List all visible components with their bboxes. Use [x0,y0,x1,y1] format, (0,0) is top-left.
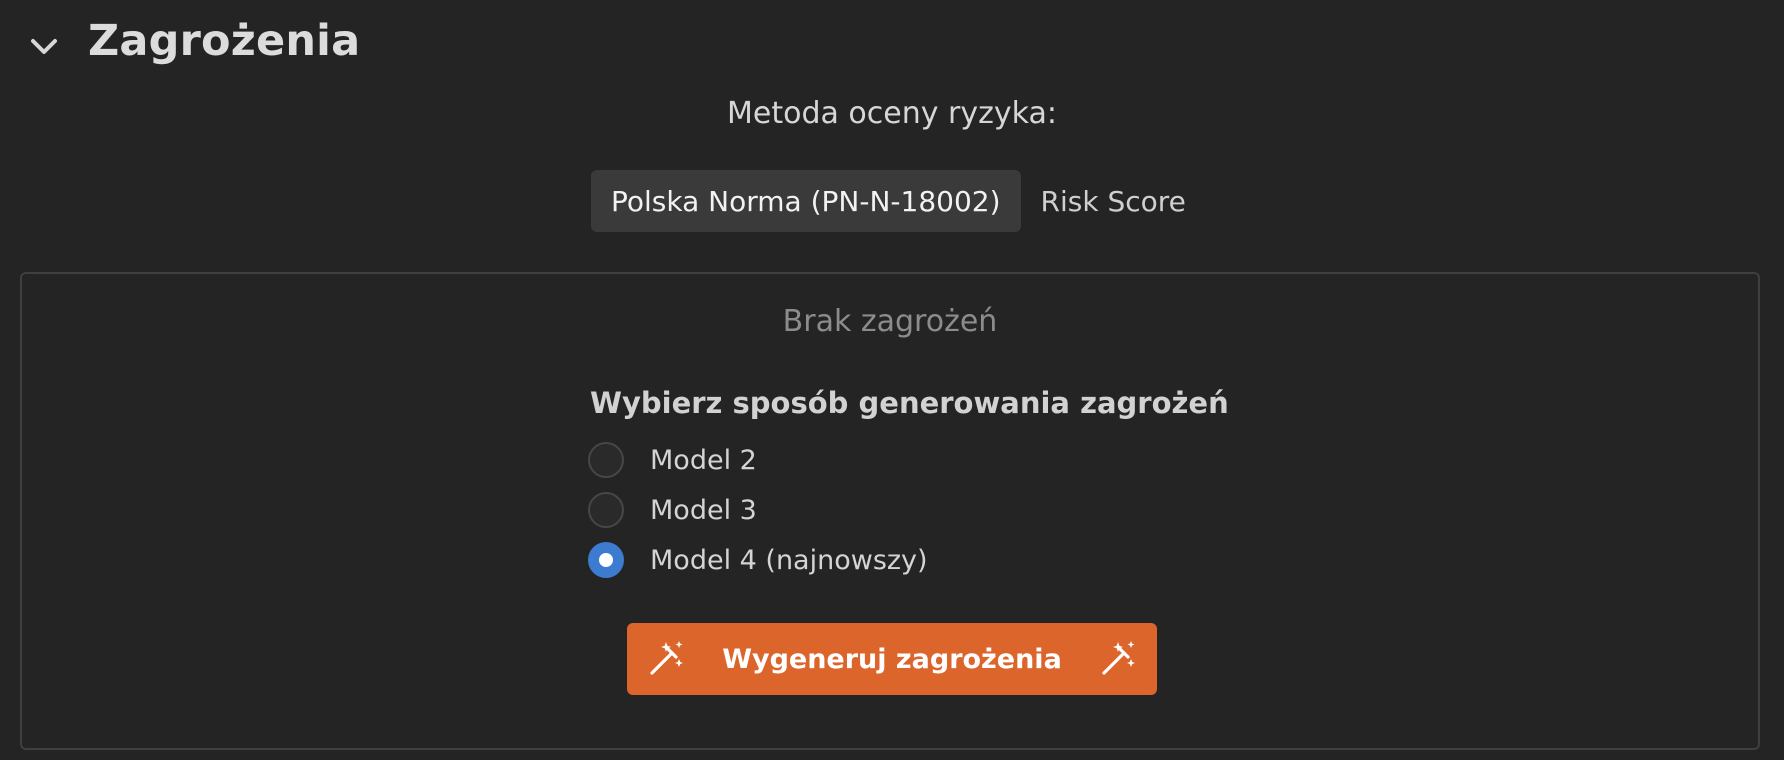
radio-label: Model 3 [650,494,757,526]
generate-threats-label: Wygeneruj zagrożenia [722,643,1062,675]
generate-threats-button[interactable]: Wygeneruj zagrożenia [627,623,1157,695]
method-option-risk-score[interactable]: Risk Score [1021,170,1206,232]
radio-label: Model 2 [650,444,757,476]
method-option-pn-n-18002[interactable]: Polska Norma (PN-N-18002) [591,170,1021,232]
radio-model-3[interactable]: Model 3 [588,490,757,530]
chevron-down-icon [31,39,57,54]
collapse-toggle-button[interactable] [26,28,62,64]
radio-label: Model 4 (najnowszy) [650,544,928,576]
radio-button-checked[interactable] [588,542,624,578]
risk-method-label: Metoda oceny ryzyka: [727,96,1057,131]
magic-wand-icon [646,639,686,679]
magic-wand-icon [1098,639,1138,679]
generation-method-title: Wybierz sposób generowania zagrożeń [590,386,1229,420]
risk-method-switch: Polska Norma (PN-N-18002) Risk Score [591,170,1206,232]
radio-button[interactable] [588,492,624,528]
threats-panel: Brak zagrożeń Wybierz sposób generowania… [20,272,1760,750]
section-title: Zagrożenia [88,16,361,66]
empty-state-text: Brak zagrożeń [782,304,998,339]
radio-model-2[interactable]: Model 2 [588,440,757,480]
radio-dot [599,553,613,567]
radio-model-4[interactable]: Model 4 (najnowszy) [588,540,928,580]
radio-button[interactable] [588,442,624,478]
